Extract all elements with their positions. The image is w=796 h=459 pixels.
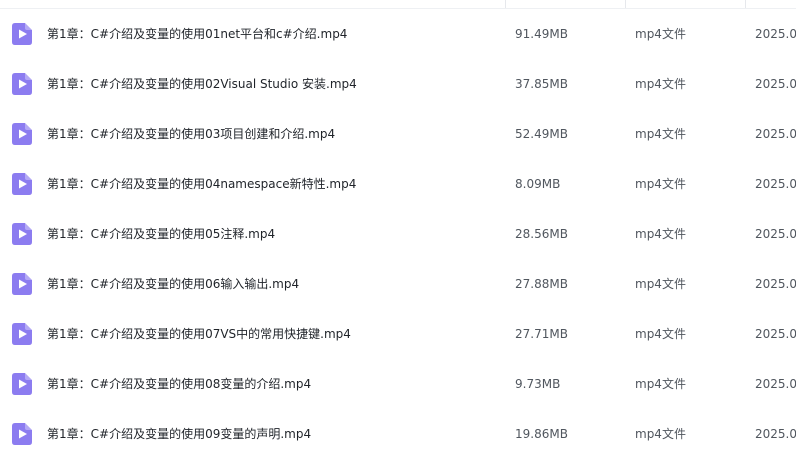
file-name[interactable]: 第1章：C#介绍及变量的使用09变量的声明.mp4: [47, 409, 502, 459]
file-row[interactable]: 第1章：C#介绍及变量的使用01net平台和c#介绍.mp4 91.49MB m…: [0, 9, 796, 59]
file-size: 91.49MB: [515, 27, 568, 41]
file-type: mp4文件: [635, 377, 686, 391]
file-date: 2025.05: [755, 327, 796, 341]
file-size: 8.09MB: [515, 177, 561, 191]
file-type: mp4文件: [635, 277, 686, 291]
file-type: mp4文件: [635, 27, 686, 41]
file-size: 28.56MB: [515, 227, 568, 241]
video-file-icon: [12, 73, 32, 95]
file-name[interactable]: 第1章：C#介绍及变量的使用08变量的介绍.mp4: [47, 359, 502, 409]
file-name[interactable]: 第1章：C#介绍及变量的使用01net平台和c#介绍.mp4: [47, 9, 502, 59]
file-size: 52.49MB: [515, 127, 568, 141]
file-name[interactable]: 第1章：C#介绍及变量的使用07VS中的常用快捷键.mp4: [47, 309, 502, 359]
video-file-icon: [12, 323, 32, 345]
file-row[interactable]: 第1章：C#介绍及变量的使用03项目创建和介绍.mp4 52.49MB mp4文…: [0, 109, 796, 159]
file-row[interactable]: 第1章：C#介绍及变量的使用02Visual Studio 安装.mp4 37.…: [0, 59, 796, 109]
file-row[interactable]: 第1章：C#介绍及变量的使用09变量的声明.mp4 19.86MB mp4文件 …: [0, 409, 796, 459]
file-date: 2025.05: [755, 377, 796, 391]
file-name[interactable]: 第1章：C#介绍及变量的使用02Visual Studio 安装.mp4: [47, 59, 502, 109]
file-name[interactable]: 第1章：C#介绍及变量的使用06输入输出.mp4: [47, 259, 502, 309]
file-size: 27.71MB: [515, 327, 568, 341]
video-file-icon: [12, 23, 32, 45]
file-date: 2025.05: [755, 277, 796, 291]
file-date: 2025.05: [755, 177, 796, 191]
file-name[interactable]: 第1章：C#介绍及变量的使用05注释.mp4: [47, 209, 502, 259]
file-row[interactable]: 第1章：C#介绍及变量的使用06输入输出.mp4 27.88MB mp4文件 2…: [0, 259, 796, 309]
file-row[interactable]: 第1章：C#介绍及变量的使用07VS中的常用快捷键.mp4 27.71MB mp…: [0, 309, 796, 359]
file-list: 第1章：C#介绍及变量的使用01net平台和c#介绍.mp4 91.49MB m…: [0, 0, 796, 454]
file-name[interactable]: 第1章：C#介绍及变量的使用03项目创建和介绍.mp4: [47, 109, 502, 159]
file-type: mp4文件: [635, 177, 686, 191]
file-date: 2025.05: [755, 127, 796, 141]
file-size: 9.73MB: [515, 377, 561, 391]
file-date: 2025.05: [755, 427, 796, 441]
video-file-icon: [12, 173, 32, 195]
file-date: 2025.05: [755, 227, 796, 241]
file-type: mp4文件: [635, 327, 686, 341]
file-name[interactable]: 第1章：C#介绍及变量的使用04namespace新特性.mp4: [47, 159, 502, 209]
file-row[interactable]: 第1章：C#介绍及变量的使用05注释.mp4 28.56MB mp4文件 202…: [0, 209, 796, 259]
video-file-icon: [12, 373, 32, 395]
file-type: mp4文件: [635, 427, 686, 441]
file-size: 27.88MB: [515, 277, 568, 291]
file-date: 2025.05: [755, 27, 796, 41]
video-file-icon: [12, 123, 32, 145]
file-row[interactable]: 第1章：C#介绍及变量的使用08变量的介绍.mp4 9.73MB mp4文件 2…: [0, 359, 796, 409]
file-size: 37.85MB: [515, 77, 568, 91]
video-file-icon: [12, 273, 32, 295]
file-type: mp4文件: [635, 127, 686, 141]
video-file-icon: [12, 223, 32, 245]
file-date: 2025.05: [755, 77, 796, 91]
file-row[interactable]: 第1章：C#介绍及变量的使用04namespace新特性.mp4 8.09MB …: [0, 159, 796, 209]
file-type: mp4文件: [635, 227, 686, 241]
video-file-icon: [12, 423, 32, 445]
file-type: mp4文件: [635, 77, 686, 91]
file-size: 19.86MB: [515, 427, 568, 441]
